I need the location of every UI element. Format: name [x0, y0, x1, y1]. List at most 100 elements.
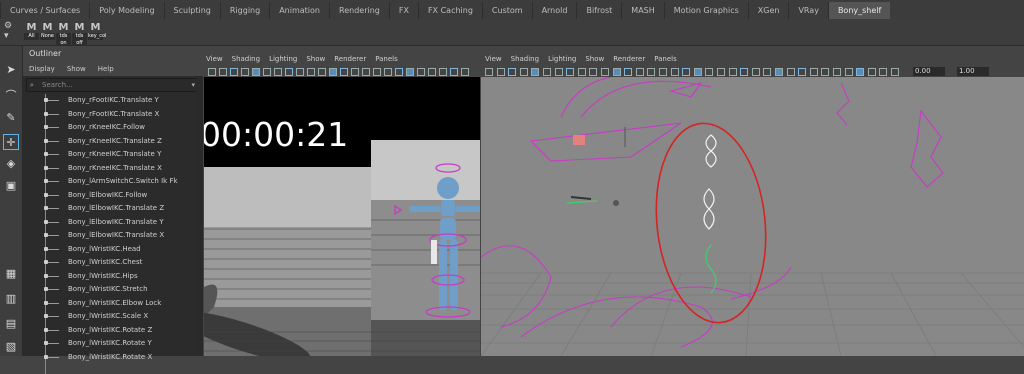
viewport-1-menu-view[interactable]: View — [206, 53, 223, 65]
shelf-button-tds-on[interactable]: Mtds on — [56, 22, 71, 47]
viewport-2-menu-lighting[interactable]: Lighting — [548, 53, 576, 65]
layout-single-icon[interactable]: ▦ — [3, 266, 19, 282]
viewport-toolbar-icon[interactable] — [384, 68, 392, 76]
viewport-toolbar-icon[interactable] — [682, 68, 691, 76]
lasso-tool-icon[interactable]: ⌒ — [3, 88, 19, 104]
viewport-toolbar-icon[interactable] — [230, 68, 238, 76]
exposure-field[interactable]: 0.00 — [913, 67, 945, 76]
viewport-toolbar-icon[interactable] — [351, 68, 359, 76]
viewport-2-menu-shading[interactable]: Shading — [511, 53, 539, 65]
viewport-toolbar-icon[interactable] — [461, 68, 469, 76]
viewport-1-menu-show[interactable]: Show — [306, 53, 325, 65]
shelf-button-all[interactable]: M All — [24, 22, 39, 42]
shelf-tab-custom[interactable]: Custom — [481, 2, 532, 19]
viewport-1-menu-shading[interactable]: Shading — [232, 53, 260, 65]
shelf-tab-bifrost[interactable]: Bifrost — [576, 2, 621, 19]
outliner-item[interactable]: Bony_lElbowIKC.Translate X — [23, 229, 203, 243]
viewport-toolbar-icon[interactable] — [519, 68, 528, 76]
shelf-tab-motion-graphics[interactable]: Motion Graphics — [663, 2, 748, 19]
viewport-toolbar-icon[interactable] — [775, 68, 783, 76]
shelf-tab-rigging[interactable]: Rigging — [219, 2, 269, 19]
viewport-toolbar-icon[interactable] — [362, 68, 370, 76]
viewport-toolbar-icon[interactable] — [318, 68, 326, 76]
layout-four-icon[interactable]: ▥ — [3, 291, 19, 307]
viewport-toolbar-icon[interactable] — [821, 68, 830, 76]
viewport-toolbar-icon[interactable] — [417, 68, 425, 76]
shelf-button-none[interactable]: M None — [40, 22, 55, 42]
shelf-tab-fx[interactable]: FX — [388, 2, 418, 19]
viewport-toolbar-icon[interactable] — [693, 68, 702, 76]
shelf-tab-mash[interactable]: MASH — [621, 2, 663, 19]
viewport-toolbar-icon[interactable] — [833, 68, 841, 76]
outliner-item[interactable]: Bony_rKneeIKC.Translate Y — [23, 148, 203, 162]
viewport-2-menu-panels[interactable]: Panels — [654, 53, 677, 65]
viewport-1[interactable]: 00:00:21 — [204, 77, 480, 356]
viewport-toolbar-icon[interactable] — [717, 68, 725, 76]
viewport-toolbar-icon[interactable] — [728, 68, 737, 76]
shelf-tab-arnold[interactable]: Arnold — [531, 2, 577, 19]
viewport-toolbar-icon[interactable] — [428, 68, 436, 76]
viewport-toolbar-icon[interactable] — [601, 68, 609, 76]
viewport-toolbar-icon[interactable] — [496, 68, 505, 76]
viewport-1-menu-renderer[interactable]: Renderer — [334, 53, 366, 65]
shelf-tab-poly-modeling[interactable]: Poly Modeling — [89, 2, 163, 19]
select-tool-icon[interactable]: ➤ — [3, 62, 19, 78]
viewport-toolbar-icon[interactable] — [647, 68, 656, 76]
viewport-toolbar-icon[interactable] — [624, 68, 633, 76]
scale-tool-icon[interactable]: ▣ — [3, 178, 19, 194]
outliner-item[interactable]: Bony_rKneeIKC.Follow — [23, 121, 203, 135]
outliner-item[interactable]: Bony_rFootIKC.Translate X — [23, 108, 203, 122]
shelf-tab-xgen[interactable]: XGen — [747, 2, 789, 19]
outliner-item[interactable]: Bony_lWristIKC.Rotate Y — [23, 337, 203, 351]
viewport-toolbar-icon[interactable] — [891, 68, 899, 76]
outliner-item[interactable]: Bony_lElbowIKC.Translate Z — [23, 202, 203, 216]
viewport-toolbar-icon[interactable] — [373, 68, 381, 76]
viewport-toolbar-icon[interactable] — [566, 68, 575, 76]
outliner-menu-help[interactable]: Help — [98, 62, 114, 76]
shelf-tab-animation[interactable]: Animation — [269, 2, 329, 19]
viewport-toolbar-icon[interactable] — [340, 68, 348, 76]
viewport-1-menu-lighting[interactable]: Lighting — [269, 53, 297, 65]
viewport-toolbar-icon[interactable] — [296, 68, 304, 76]
outliner-item[interactable]: Bony_lWristIKC.Rotate Z — [23, 324, 203, 338]
outliner-item[interactable]: Bony_lWristIKC.Head — [23, 243, 203, 257]
viewport-2-menu-show[interactable]: Show — [585, 53, 604, 65]
viewport-toolbar-icon[interactable] — [751, 68, 760, 76]
viewport-toolbar-icon[interactable] — [450, 68, 458, 76]
viewport-toolbar-icon[interactable] — [879, 68, 888, 76]
shelf-options-icon[interactable]: ▾ — [4, 31, 9, 41]
outliner-menu-display[interactable]: Display — [29, 62, 55, 76]
outliner-item[interactable]: Bony_lElbowIKC.Follow — [23, 189, 203, 203]
shelf-tab-rendering[interactable]: Rendering — [329, 2, 389, 19]
viewport-toolbar-icon[interactable] — [670, 68, 679, 76]
viewport-toolbar-icon[interactable] — [485, 68, 493, 76]
viewport-toolbar-icon[interactable] — [786, 68, 795, 76]
paint-tool-icon[interactable]: ✎ — [3, 110, 19, 126]
viewport-toolbar-icon[interactable] — [307, 68, 315, 76]
shelf-button-key-col[interactable]: Mkey_col — [88, 22, 106, 42]
viewport-toolbar-icon[interactable] — [439, 68, 447, 76]
outliner-item[interactable]: Bony_rKneeIKC.Translate Z — [23, 135, 203, 149]
viewport-toolbar-icon[interactable] — [798, 68, 807, 76]
viewport-toolbar-icon[interactable] — [809, 68, 818, 76]
viewport-2[interactable] — [481, 77, 1024, 356]
viewport-toolbar-icon[interactable] — [763, 68, 772, 76]
shelf-tab-bony-shelf[interactable]: Bony_shelf — [827, 2, 891, 19]
viewport-toolbar-icon[interactable] — [252, 68, 260, 76]
viewport-toolbar-icon[interactable] — [589, 68, 598, 76]
viewport-toolbar-icon[interactable] — [612, 68, 621, 76]
outliner-item[interactable]: Bony_lWristIKC.Elbow Lock — [23, 297, 203, 311]
viewport-toolbar-icon[interactable] — [740, 68, 749, 76]
viewport-toolbar-icon[interactable] — [329, 68, 337, 76]
search-dropdown-icon[interactable]: ▾ — [191, 79, 195, 91]
viewport-toolbar-icon[interactable] — [577, 68, 586, 76]
viewport-toolbar-icon[interactable] — [705, 68, 714, 76]
outliner-item[interactable]: Bony_rFootIKC.Translate Y — [23, 94, 203, 108]
viewport-toolbar-icon[interactable] — [274, 68, 282, 76]
viewport-toolbar-icon[interactable] — [543, 68, 551, 76]
viewport-toolbar-icon[interactable] — [867, 68, 876, 76]
layout-two-icon[interactable]: ▤ — [3, 316, 19, 332]
viewport-toolbar-icon[interactable] — [844, 68, 853, 76]
viewport-toolbar-icon[interactable] — [263, 68, 271, 76]
viewport-2-menu-renderer[interactable]: Renderer — [613, 53, 645, 65]
